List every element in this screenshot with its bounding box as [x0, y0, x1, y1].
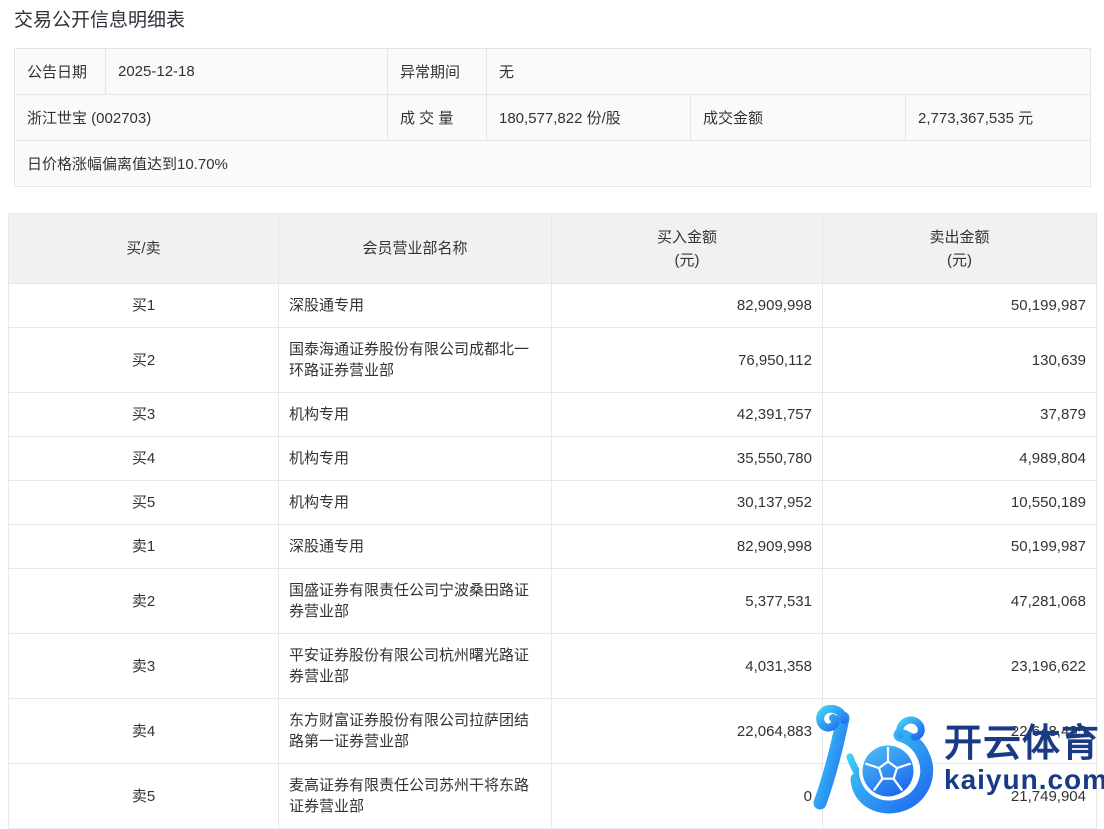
volume-label: 成 交 量: [388, 95, 487, 141]
trade-table-header-row: 买/卖 会员营业部名称 买入金额 (元) 卖出金额 (元): [9, 214, 1097, 284]
header-branch: 会员营业部名称: [279, 214, 552, 284]
branch-name-cell: 机构专用: [279, 437, 552, 481]
summary-row-note: 日价格涨幅偏离值达到10.70%: [15, 141, 1091, 187]
header-buy-line1: 买入金额: [552, 226, 822, 249]
branch-name-cell: 平安证券股份有限公司杭州曙光路证券营业部: [279, 634, 552, 699]
branch-name-cell: 机构专用: [279, 393, 552, 437]
side-cell: 卖2: [9, 569, 279, 634]
side-cell: 买4: [9, 437, 279, 481]
watermark-text: 开云体育 kaiyun.com: [944, 724, 1104, 796]
buy-amount-cell: 76,950,112: [552, 328, 823, 393]
side-cell: 卖3: [9, 634, 279, 699]
side-cell: 卖5: [9, 764, 279, 829]
buy-amount-cell: 22,064,883: [552, 699, 823, 764]
table-row: 买4 机构专用 35,550,780 4,989,804: [9, 437, 1097, 481]
table-row: 买2 国泰海通证券股份有限公司成都北一环路证券营业部 76,950,112 13…: [9, 328, 1097, 393]
side-cell: 买2: [9, 328, 279, 393]
sell-amount-cell: 50,199,987: [823, 525, 1097, 569]
branch-name-cell: 深股通专用: [279, 284, 552, 328]
branch-name-cell: 国泰海通证券股份有限公司成都北一环路证券营业部: [279, 328, 552, 393]
watermark-brand-text: 开云体育: [944, 724, 1104, 764]
header-sell: 卖出金额 (元): [823, 214, 1097, 284]
branch-name-cell: 深股通专用: [279, 525, 552, 569]
volume-value: 180,577,822 份/股: [487, 95, 691, 141]
announce-date-label: 公告日期: [15, 49, 106, 95]
buy-amount-cell: 5,377,531: [552, 569, 823, 634]
summary-table: 公告日期 2025-12-18 异常期间 无 浙江世宝 (002703) 成 交…: [14, 48, 1091, 187]
header-sell-line2: (元): [823, 249, 1096, 272]
kaiyun-logo-icon: [812, 705, 940, 815]
turnover-label: 成交金额: [691, 95, 906, 141]
branch-name-cell: 国盛证券有限责任公司宁波桑田路证券营业部: [279, 569, 552, 634]
branch-name-cell: 麦高证券有限责任公司苏州干将东路证券营业部: [279, 764, 552, 829]
watermark[interactable]: 开云体育 kaiyun.com: [812, 704, 1104, 816]
abnormal-period-label: 异常期间: [388, 49, 487, 95]
buy-amount-cell: 35,550,780: [552, 437, 823, 481]
sell-amount-cell: 10,550,189: [823, 481, 1097, 525]
announce-date-value: 2025-12-18: [106, 49, 388, 95]
header-side: 买/卖: [9, 214, 279, 284]
sell-amount-cell: 130,639: [823, 328, 1097, 393]
side-cell: 买5: [9, 481, 279, 525]
branch-name-cell: 东方财富证券股份有限公司拉萨团结路第一证券营业部: [279, 699, 552, 764]
watermark-url-text: kaiyun.com: [944, 764, 1104, 796]
branch-name-cell: 机构专用: [279, 481, 552, 525]
table-row: 买3 机构专用 42,391,757 37,879: [9, 393, 1097, 437]
side-cell: 买1: [9, 284, 279, 328]
sell-amount-cell: 47,281,068: [823, 569, 1097, 634]
side-cell: 买3: [9, 393, 279, 437]
buy-amount-cell: 4,031,358: [552, 634, 823, 699]
summary-row-date: 公告日期 2025-12-18 异常期间 无: [15, 49, 1091, 95]
table-row: 买1 深股通专用 82,909,998 50,199,987: [9, 284, 1097, 328]
header-buy-line2: (元): [552, 249, 822, 272]
sell-amount-cell: 37,879: [823, 393, 1097, 437]
page-title: 交易公开信息明细表: [0, 0, 1104, 34]
stock-name: 浙江世宝 (002703): [15, 95, 388, 141]
turnover-value: 2,773,367,535 元: [906, 95, 1091, 141]
side-cell: 卖4: [9, 699, 279, 764]
header-buy: 买入金额 (元): [552, 214, 823, 284]
side-cell: 卖1: [9, 525, 279, 569]
buy-amount-cell: 82,909,998: [552, 284, 823, 328]
summary-row-stock: 浙江世宝 (002703) 成 交 量 180,577,822 份/股 成交金额…: [15, 95, 1091, 141]
deviation-note: 日价格涨幅偏离值达到10.70%: [15, 141, 1091, 187]
buy-amount-cell: 82,909,998: [552, 525, 823, 569]
sell-amount-cell: 4,989,804: [823, 437, 1097, 481]
buy-amount-cell: 30,137,952: [552, 481, 823, 525]
table-row: 买5 机构专用 30,137,952 10,550,189: [9, 481, 1097, 525]
header-sell-line1: 卖出金额: [823, 226, 1096, 249]
buy-amount-cell: 42,391,757: [552, 393, 823, 437]
sell-amount-cell: 50,199,987: [823, 284, 1097, 328]
sell-amount-cell: 23,196,622: [823, 634, 1097, 699]
buy-amount-cell: 0: [552, 764, 823, 829]
table-row: 卖3 平安证券股份有限公司杭州曙光路证券营业部 4,031,358 23,196…: [9, 634, 1097, 699]
abnormal-period-value: 无: [487, 49, 1091, 95]
table-row: 卖2 国盛证券有限责任公司宁波桑田路证券营业部 5,377,531 47,281…: [9, 569, 1097, 634]
table-row: 卖1 深股通专用 82,909,998 50,199,987: [9, 525, 1097, 569]
